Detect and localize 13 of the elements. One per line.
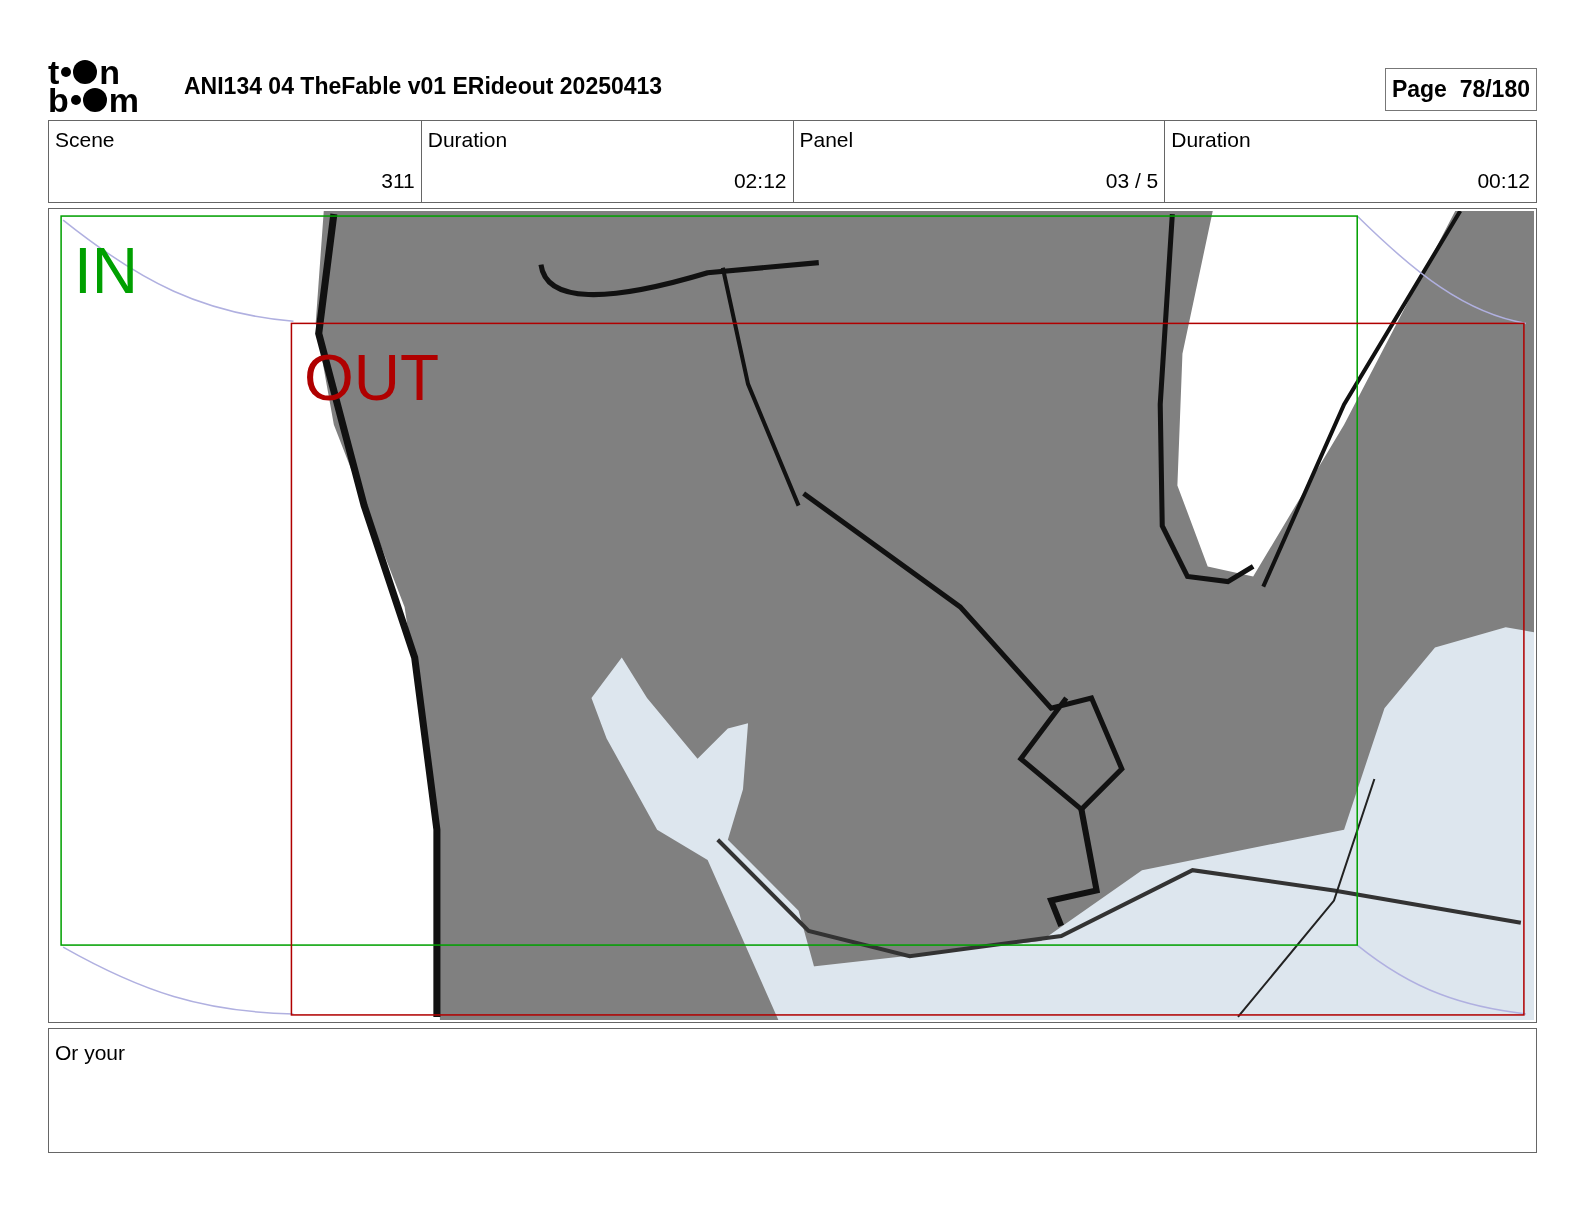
panel-notes: Or your (55, 1041, 125, 1064)
column-heading: Duration (1171, 127, 1251, 153)
page-number: Page 78/180 (1384, 67, 1537, 111)
column-heading: Scene (55, 127, 115, 153)
logo: t n b m (48, 56, 140, 116)
cell-value: 00:12 (1477, 167, 1530, 194)
column-heading: Panel (799, 127, 854, 153)
in-label: IN (74, 239, 138, 303)
cell-value: 03 / 5 (1105, 167, 1159, 194)
cell-value: 311 (381, 167, 415, 194)
cell-value: 02:12 (733, 167, 787, 194)
column-heading: Duration (427, 127, 508, 153)
document-title: ANI134 04 TheFable v01 ERideout 20250413 (184, 71, 663, 101)
